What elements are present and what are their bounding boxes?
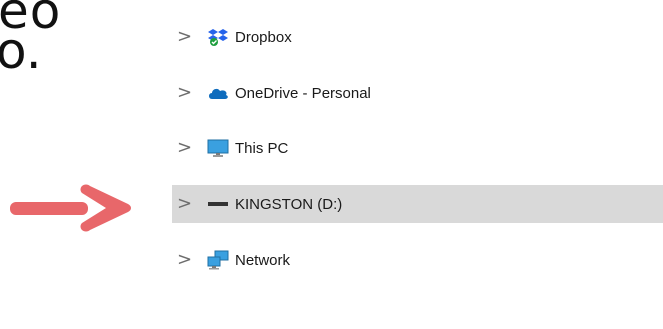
tree-item-onedrive[interactable]: > OneDrive - Personal — [172, 74, 663, 112]
tree-item-label: OneDrive - Personal — [235, 84, 371, 102]
tree-item-network[interactable]: > Network — [172, 241, 663, 279]
tree-item-label: KINGSTON (D:) — [235, 195, 343, 213]
tree-item-label: Network — [235, 251, 291, 269]
chevron-right-icon[interactable]: > — [177, 251, 192, 269]
tree-item-label: Dropbox — [235, 28, 292, 46]
chevron-right-icon[interactable]: > — [177, 139, 192, 157]
tree-item-dropbox[interactable]: > Dropbox — [172, 18, 663, 56]
annotation-arrow-icon — [10, 184, 131, 232]
tree-item-this-pc[interactable]: > This PC — [172, 129, 663, 167]
network-icon — [207, 250, 229, 270]
navigation-pane-tree: > Dropbox > OneDrive - Personal > This P… — [0, 0, 663, 329]
chevron-right-icon[interactable]: > — [177, 195, 192, 213]
chevron-right-icon[interactable]: > — [177, 28, 192, 46]
usb-drive-icon — [207, 194, 229, 214]
dropbox-icon — [207, 27, 229, 47]
tree-item-kingston-drive[interactable]: > KINGSTON (D:) — [172, 185, 663, 223]
chevron-right-icon[interactable]: > — [177, 84, 192, 102]
tree-item-label: This PC — [235, 139, 289, 157]
onedrive-cloud-icon — [207, 83, 229, 103]
monitor-icon — [207, 138, 229, 158]
